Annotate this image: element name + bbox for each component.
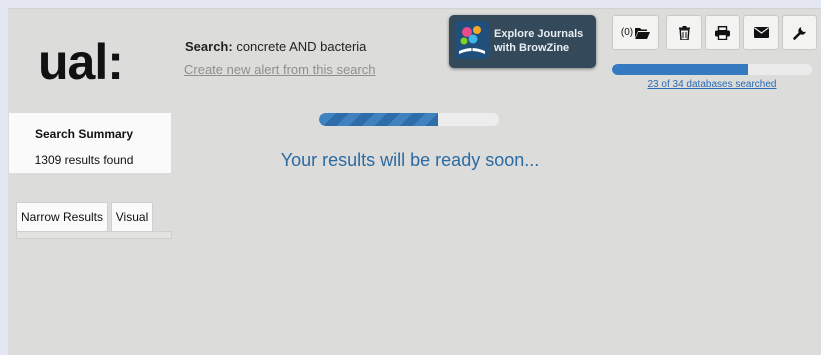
search-summary-title: Search Summary [34,127,134,141]
print-button[interactable] [705,15,740,50]
create-alert-link[interactable]: Create new alert from this search [184,62,375,77]
search-query: concrete AND bacteria [236,39,367,54]
tab-narrow-results[interactable]: Narrow Results [16,202,108,231]
folder-count: (0) [620,27,634,38]
wrench-icon [792,26,806,40]
results-count: 1309 results found [34,153,134,167]
folder-open-icon [635,27,651,39]
print-icon [715,25,730,40]
ual-logo[interactable]: ual: [38,33,124,91]
search-summary-panel: Search Summary 1309 results found [9,113,171,173]
tools-button[interactable] [782,15,817,50]
results-progress-fill [319,113,438,126]
saved-folder-button[interactable]: (0) [612,15,659,50]
page: ual: Search: concrete AND bacteria Creat… [8,8,821,355]
trash-icon [678,25,690,40]
email-button[interactable] [743,15,779,50]
envelope-icon [753,27,769,38]
databases-searched-link[interactable]: 23 of 34 databases searched [612,79,812,90]
delete-button[interactable] [666,15,702,50]
databases-progress-bar [612,64,812,75]
browzine-button[interactable]: Explore Journals with BrowZine [449,15,596,68]
results-loading-message: Your results will be ready soon... [280,150,540,170]
search-query-line: Search: concrete AND bacteria [185,39,366,54]
tab-panel-border [16,231,172,239]
search-label: Search: [185,39,233,54]
results-progress-bar [319,113,499,126]
databases-progress-fill [612,64,748,75]
browzine-label: Explore Journals with BrowZine [494,28,584,54]
tab-visual[interactable]: Visual [111,202,153,231]
browzine-logo-icon [455,21,489,59]
